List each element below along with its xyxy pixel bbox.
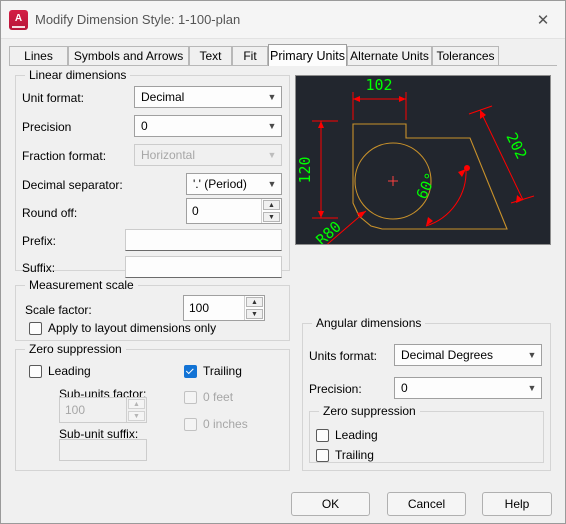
chevron-down-icon: ▼ [267,149,277,160]
angular-dimensions-legend: Angular dimensions [312,316,426,330]
suffix-input[interactable] [125,256,282,278]
stepper-down-icon[interactable]: ▼ [263,212,280,222]
zero-suppression-linear-legend: Zero suppression [25,342,126,356]
fraction-format-value: Horizontal [141,148,196,162]
decimal-separator-value: '.' (Period) [193,177,247,191]
autocad-icon: A [9,10,28,30]
sub-units-factor-value: 100 [65,403,86,417]
precision-combo[interactable]: 0 ▼ [134,115,282,137]
zero-feet-checkbox: 0 feet [184,390,233,404]
tab-primary-units[interactable]: Primary Units [268,44,347,66]
scale-factor-label: Scale factor: [25,303,92,317]
zero-suppression-angular-legend: Zero suppression [319,404,420,418]
tab-symbols-and-arrows[interactable]: Symbols and Arrows [68,46,189,65]
angular-trailing-checkbox[interactable]: Trailing [316,448,374,462]
chevron-down-icon: ▼ [267,178,277,189]
fraction-format-combo: Horizontal ▼ [134,144,282,166]
tab-tolerances[interactable]: Tolerances [432,46,499,65]
zero-feet-label: 0 feet [203,390,234,404]
prefix-label: Prefix: [22,234,57,248]
window-title: Modify Dimension Style: 1-100-plan [35,12,241,27]
angular-units-format-combo[interactable]: Decimal Degrees ▼ [394,344,542,366]
unit-format-value: Decimal [141,90,185,104]
checkbox-box [316,448,329,462]
dimension-102-text: 102 [365,76,392,94]
chevron-down-icon: ▼ [267,91,277,102]
apply-to-layout-dimensions-only-label: Apply to layout dimensions only [48,321,217,335]
close-icon[interactable]: ✕ [521,1,565,38]
cancel-button[interactable]: Cancel [387,492,466,516]
fraction-format-label: Fraction format: [22,149,107,163]
center-mark [388,176,398,186]
angular-precision-combo[interactable]: 0 ▼ [394,377,542,399]
checkbox-box [316,428,329,442]
angular-units-format-label: Units format: [309,349,378,363]
stepper-up-icon[interactable]: ▲ [263,200,280,210]
decimal-separator-combo[interactable]: '.' (Period) ▼ [186,173,282,195]
checkbox-box [184,417,197,431]
dimension-202-text: 202 [502,130,530,162]
tab-alternate-units[interactable]: Alternate Units [347,46,432,65]
angular-units-format-value: Decimal Degrees [401,348,494,362]
round-off-stepper[interactable]: ▲ ▼ [261,199,281,223]
help-button[interactable]: Help [482,492,552,516]
zero-inches-label: 0 inches [203,417,248,431]
angular-leading-label: Leading [335,428,378,442]
tab-text[interactable]: Text [189,46,232,65]
tab-fit[interactable]: Fit [232,46,268,65]
checkbox-box [184,364,197,378]
round-off-spinner[interactable]: 0 ▲ ▼ [186,198,282,224]
dimension-120 [312,120,338,219]
measurement-scale-legend: Measurement scale [25,278,138,292]
angular-precision-label: Precision: [309,382,362,396]
sub-unit-suffix-input [59,439,147,461]
precision-value: 0 [141,119,148,133]
prefix-input[interactable] [125,229,282,251]
linear-leading-checkbox[interactable]: Leading [29,364,91,378]
precision-label: Precision [22,120,72,134]
scale-factor-value: 100 [189,301,210,315]
preview-drawing: 102 120 202 60° R80 [296,76,535,245]
dimension-120-text: 120 [296,156,314,183]
dimension-r80-text: R80 [313,218,345,245]
sub-units-factor-stepper: ▲ ▼ [126,398,146,422]
tab-lines[interactable]: Lines [9,46,68,65]
angular-leading-checkbox[interactable]: Leading [316,428,378,442]
chevron-down-icon: ▼ [527,349,537,360]
dimension-style-preview: 102 120 202 60° R80 [295,75,551,245]
unit-format-combo[interactable]: Decimal ▼ [134,86,282,108]
linear-leading-label: Leading [48,364,91,378]
round-off-label: Round off: [22,206,78,220]
linear-trailing-label: Trailing [203,364,242,378]
apply-to-layout-dimensions-only-checkbox[interactable]: Apply to layout dimensions only [29,321,216,335]
title-bar: A Modify Dimension Style: 1-100-plan ✕ [1,1,565,39]
stepper-up-icon: ▲ [128,399,145,409]
unit-format-label: Unit format: [22,91,85,105]
linear-trailing-checkbox[interactable]: Trailing [184,364,242,378]
zero-inches-checkbox: 0 inches [184,417,248,431]
suffix-label: Suffix: [22,261,56,275]
tab-strip: Lines Symbols and Arrows Text Fit Primar… [9,44,557,66]
ok-button[interactable]: OK [291,492,370,516]
chevron-down-icon: ▼ [527,382,537,393]
scale-factor-spinner[interactable]: 100 ▲ ▼ [183,295,265,321]
dimension-60-degrees-text: 60° [413,170,441,202]
checkbox-box [29,321,42,335]
checkbox-box [184,390,197,404]
angular-trailing-label: Trailing [335,448,374,462]
chevron-down-icon: ▼ [267,120,277,131]
linear-dimensions-legend: Linear dimensions [25,68,131,82]
checkbox-box [29,364,42,378]
dimension-102 [352,92,407,120]
modify-dimension-style-dialog: A Modify Dimension Style: 1-100-plan ✕ L… [0,0,566,524]
decimal-separator-label: Decimal separator: [22,178,123,192]
sub-units-factor-spinner: 100 ▲ ▼ [59,397,147,423]
round-off-value: 0 [192,204,199,218]
stepper-down-icon: ▼ [128,411,145,421]
stepper-up-icon[interactable]: ▲ [246,297,263,307]
stepper-down-icon[interactable]: ▼ [246,309,263,319]
scale-factor-stepper[interactable]: ▲ ▼ [244,296,264,320]
angular-precision-value: 0 [401,381,408,395]
